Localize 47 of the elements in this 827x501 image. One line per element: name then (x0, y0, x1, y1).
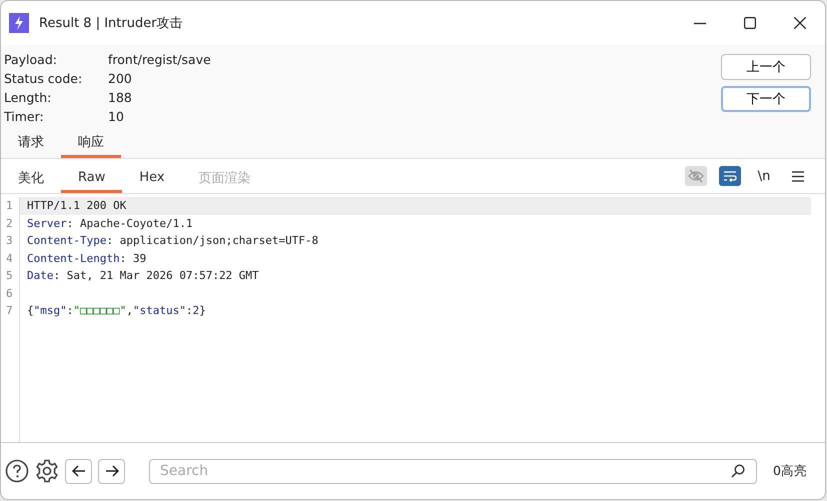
code-line: Content-Length: 39 (26, 250, 146, 266)
previous-button[interactable]: 上一个 (721, 54, 811, 80)
line-number: 2 (6, 216, 14, 232)
forward-button[interactable] (98, 458, 125, 484)
newline-toggle[interactable]: \n (753, 166, 775, 186)
view-tab[interactable]: Hex (122, 162, 182, 193)
view-tab[interactable]: 美化 (1, 160, 61, 194)
search-icon (731, 464, 745, 478)
search-field[interactable]: Search (149, 458, 757, 484)
code-line: HTTP/1.1 200 OK (26, 198, 126, 214)
detail-label: Length: (4, 89, 52, 106)
line-number: 4 (6, 250, 14, 266)
wrap-toggle[interactable] (719, 166, 741, 186)
wrap-lines-icon (723, 170, 737, 182)
detail-value: 10 (108, 108, 125, 125)
app-logo-icon (9, 13, 29, 33)
settings-icon[interactable] (35, 459, 59, 483)
arrow-left-icon (72, 465, 86, 477)
window-title: Result 8 | Intruder攻击 (39, 15, 183, 32)
detail-label: Status code: (4, 70, 84, 87)
tab[interactable]: 响应 (61, 129, 121, 158)
line-number: 6 (6, 286, 14, 302)
detail-label: Timer: (4, 108, 45, 125)
maximize-icon[interactable] (744, 17, 756, 29)
view-tab[interactable]: Raw (61, 162, 122, 193)
arrow-right-icon (104, 465, 118, 477)
detail-label: Payload: (4, 51, 58, 68)
line-number: 3 (6, 233, 14, 249)
detail-value: 200 (108, 70, 133, 87)
detail-value: 188 (108, 89, 133, 106)
line-number: 5 (6, 268, 14, 284)
line-number: 1 (6, 198, 14, 214)
highlight-count: 0高亮 (773, 462, 807, 480)
code-line: {"msg":"□□□□□□","status":2} (26, 303, 206, 319)
code-line: Server: Apache-Coyote/1.1 (26, 216, 193, 232)
next-button[interactable]: 下一个 (721, 86, 811, 112)
code-line: Date: Sat, 21 Mar 2026 07:57:22 GMT (26, 268, 259, 284)
menu-icon (792, 170, 804, 182)
close-icon[interactable] (794, 17, 806, 29)
tab[interactable]: 请求 (1, 129, 61, 158)
code-line: Content-Type: application/json;charset=UTF-8 (26, 233, 318, 249)
detail-value: front/regist/save (108, 51, 211, 68)
help-icon[interactable] (5, 459, 29, 483)
back-button[interactable] (65, 458, 92, 484)
line-number: 7 (6, 303, 14, 319)
eye-slash-icon (688, 169, 704, 183)
hide-toggle[interactable] (685, 166, 707, 186)
